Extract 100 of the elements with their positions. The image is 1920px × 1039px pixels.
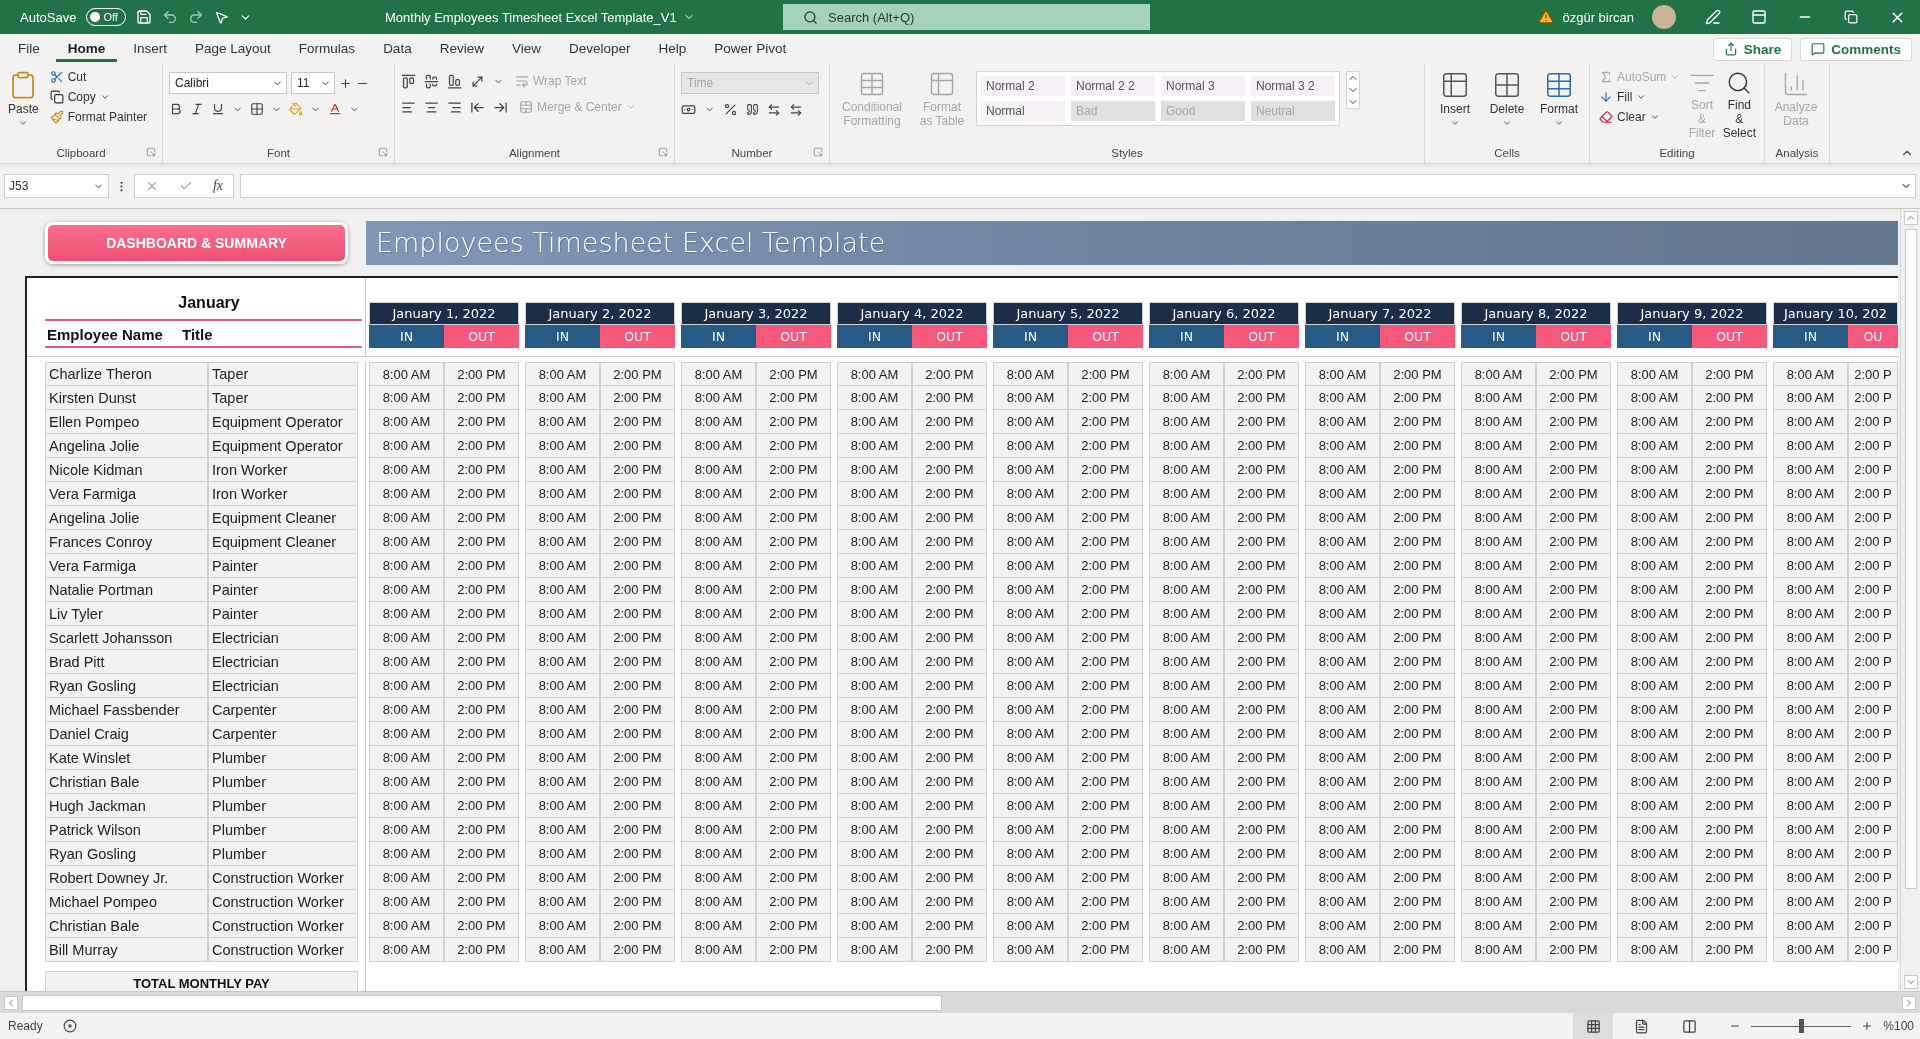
- align-center-icon[interactable]: [424, 99, 439, 115]
- menu-tab[interactable]: Review: [427, 36, 496, 62]
- percent-icon[interactable]: [723, 102, 738, 117]
- menu-tab[interactable]: Page Layout: [183, 36, 283, 62]
- page-icon: [1633, 1018, 1649, 1034]
- clear-button[interactable]: Clear: [1596, 108, 1684, 126]
- table-cell: 8:00 AM: [1149, 578, 1224, 602]
- undo-icon[interactable]: [162, 9, 179, 25]
- table-cell: 2:00 PM: [1536, 578, 1611, 602]
- redo-icon[interactable]: [188, 9, 205, 25]
- font-size-dropdown[interactable]: 11: [291, 72, 335, 94]
- menu-tab[interactable]: Insert: [121, 36, 180, 62]
- pointer-icon[interactable]: [214, 9, 230, 25]
- cells-button[interactable]: Insert: [1431, 68, 1479, 130]
- table-cell: 2:00 PM: [756, 770, 831, 794]
- table-cell: 8:00 AM: [369, 890, 444, 914]
- table-cell: 8:00 AM: [1461, 770, 1536, 794]
- table-cell: 2:00 PM: [1380, 698, 1455, 722]
- table-cell: 2:00 PM: [1380, 626, 1455, 650]
- dialog-launcher-icon[interactable]: [813, 147, 823, 157]
- out-header: OUT: [1536, 325, 1611, 348]
- horizontal-scrollbar-thumb[interactable]: [22, 994, 942, 1011]
- search-field[interactable]: Search (Alt+Q): [783, 4, 1150, 30]
- italic-icon[interactable]: [190, 102, 204, 116]
- align-bottom-icon[interactable]: [447, 73, 462, 89]
- find-select-button[interactable]: Find & Select: [1720, 68, 1758, 142]
- table-cell: 2:00 PM: [912, 386, 987, 410]
- borders-icon[interactable]: [250, 102, 264, 116]
- save-icon[interactable]: [136, 9, 153, 25]
- menu-tab[interactable]: Formulas: [286, 36, 368, 62]
- menu-tab[interactable]: Data: [371, 36, 424, 62]
- currency-icon[interactable]: [681, 102, 696, 117]
- decimal-icon[interactable]: [767, 102, 781, 117]
- table-cell: 8:00 AM: [1773, 530, 1848, 554]
- cell-style-option[interactable]: Normal 3: [1161, 76, 1245, 96]
- warning-icon[interactable]: [1538, 9, 1555, 25]
- dialog-launcher-icon[interactable]: [146, 147, 156, 157]
- cut-button[interactable]: Cut: [46, 68, 151, 86]
- align-top-icon[interactable]: [401, 73, 416, 89]
- paste-button[interactable]: Paste: [6, 68, 41, 130]
- out-header: OUT: [600, 325, 675, 348]
- cells-button[interactable]: Delete: [1483, 68, 1531, 130]
- table-cell: 2:00 PM: [1380, 722, 1455, 746]
- align-right-icon[interactable]: [447, 99, 462, 115]
- view-button[interactable]: [1573, 1013, 1614, 1039]
- comments-button[interactable]: Comments: [1800, 37, 1912, 61]
- cells-button[interactable]: Format: [1535, 68, 1583, 130]
- cell-style-option[interactable]: Normal 2 2: [1071, 76, 1155, 96]
- vertical-scrollbar-thumb[interactable]: [1904, 229, 1917, 889]
- dialog-launcher-icon[interactable]: [658, 147, 668, 157]
- table-cell: 8:00 AM: [837, 530, 912, 554]
- copy-button[interactable]: Copy: [46, 88, 151, 106]
- table-cell: 2:00 P: [1848, 386, 1898, 410]
- table-cell: 8:00 AM: [369, 554, 444, 578]
- menu-tab[interactable]: File: [6, 36, 52, 62]
- align-middle-icon[interactable]: [424, 73, 439, 89]
- bold-icon[interactable]: [169, 102, 183, 116]
- table-cell: 8:00 AM: [837, 482, 912, 506]
- fill-color-icon[interactable]: [289, 102, 303, 116]
- table-cell: 2:00 PM: [600, 866, 675, 890]
- copy-icon: [49, 90, 64, 104]
- formula-input[interactable]: [240, 174, 1916, 198]
- table-cell: 8:00 AM: [993, 674, 1068, 698]
- share-button[interactable]: Share: [1712, 37, 1793, 61]
- table-cell: 8:00 AM: [1149, 794, 1224, 818]
- table-cell: 2:00 PM: [1068, 386, 1143, 410]
- insert-function-button[interactable]: fx: [212, 178, 223, 194]
- cell-style-option[interactable]: Normal 2: [981, 76, 1065, 96]
- fill-button[interactable]: Fill: [1596, 88, 1684, 106]
- name-box[interactable]: J53: [4, 174, 109, 198]
- cell-style-option[interactable]: Normal 3 2: [1251, 76, 1335, 96]
- dialog-launcher-icon[interactable]: [378, 147, 388, 157]
- table-cell: 8:00 AM: [681, 842, 756, 866]
- enter-icon[interactable]: [178, 179, 193, 193]
- table-cell: 2:00 PM: [1692, 410, 1767, 434]
- format-painter-button[interactable]: Format Painter: [46, 108, 151, 126]
- menu-tab[interactable]: View: [499, 36, 553, 62]
- underline-icon[interactable]: [211, 102, 225, 116]
- comma-icon[interactable]: [746, 103, 759, 116]
- menu-tab[interactable]: Power Pivot: [702, 36, 799, 62]
- zoom-in-icon[interactable]: [1861, 1020, 1874, 1032]
- font-family-dropdown[interactable]: Calibri: [169, 72, 287, 94]
- table-cell: 8:00 AM: [1305, 722, 1380, 746]
- table-cell: 2:00 PM: [756, 626, 831, 650]
- table-cell: 2:00 PM: [444, 386, 519, 410]
- grow-font-icon[interactable]: [339, 76, 352, 90]
- table-cell: 2:00 PM: [756, 530, 831, 554]
- decimal-icon[interactable]: [789, 102, 803, 117]
- user-avatar[interactable]: [1652, 5, 1676, 29]
- table-cell: 2:00 PM: [1068, 626, 1143, 650]
- group-label: Cells: [1494, 147, 1520, 159]
- orientation-icon[interactable]: [470, 73, 485, 89]
- cell-style-option[interactable]: Normal: [981, 101, 1065, 121]
- align-left-icon[interactable]: [401, 99, 416, 115]
- table-cell: 2:00 PM: [1068, 410, 1143, 434]
- macro-record-icon[interactable]: [62, 1019, 77, 1033]
- font-color-icon[interactable]: [328, 102, 342, 116]
- menu-tab[interactable]: Help: [646, 36, 699, 62]
- menu-tab[interactable]: Developer: [556, 36, 643, 62]
- table-cell: 2:00 PM: [1380, 506, 1455, 530]
